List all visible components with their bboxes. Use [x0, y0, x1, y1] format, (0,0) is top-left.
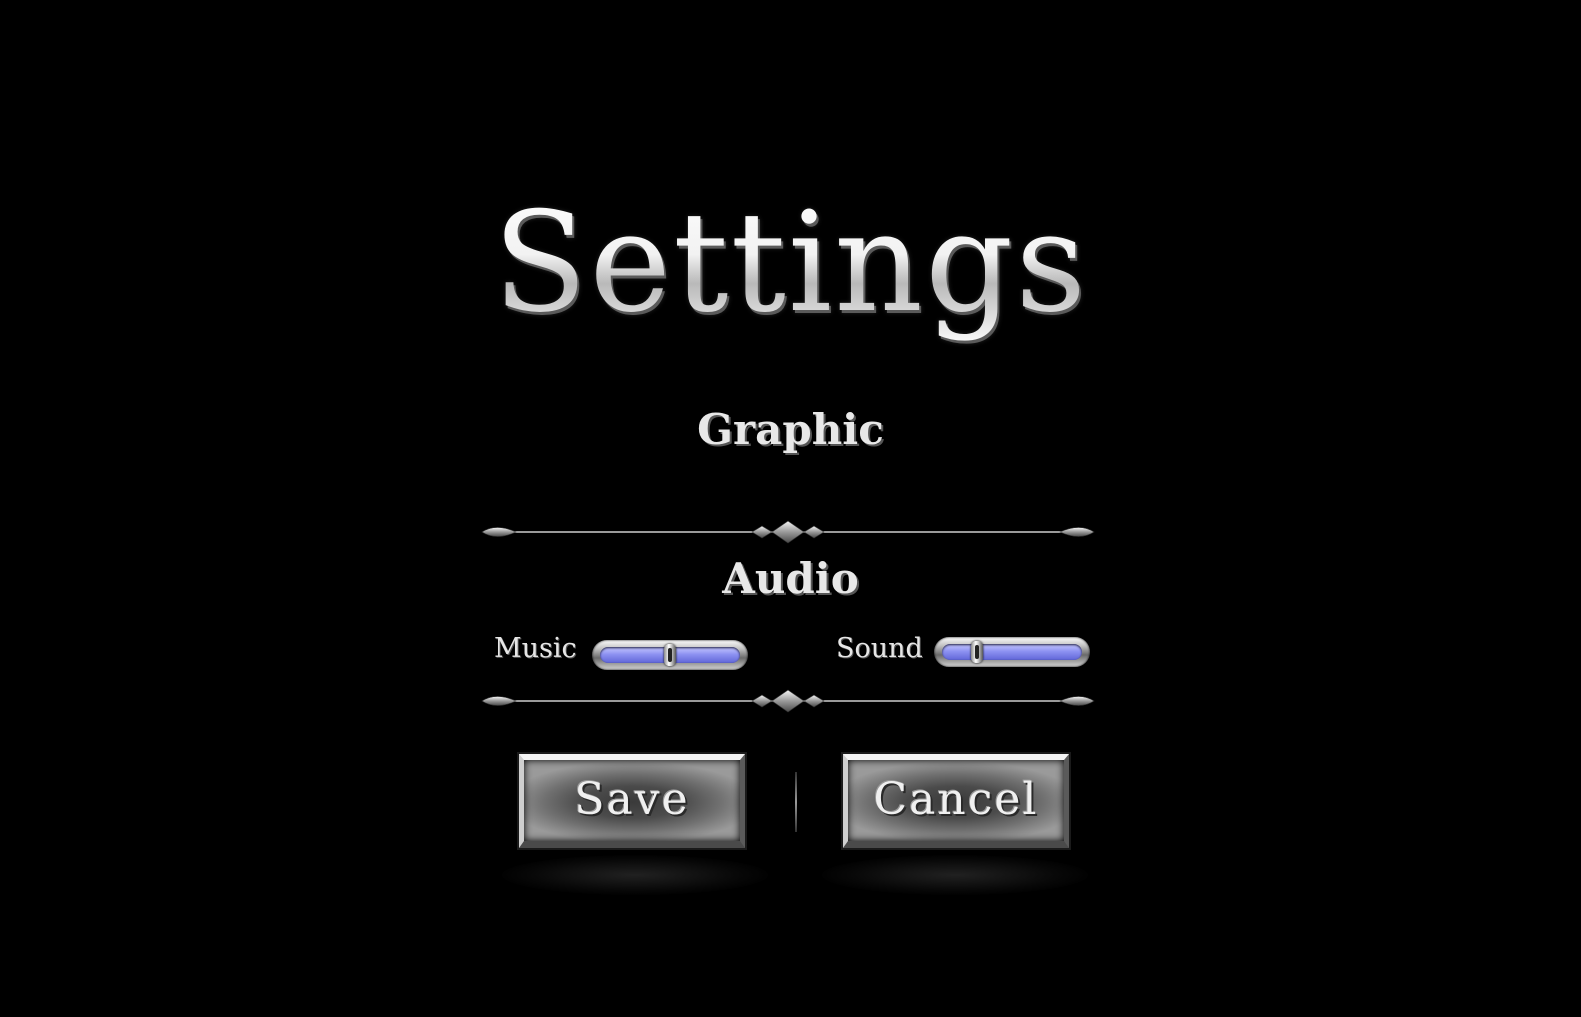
- page-title: Settings: [0, 178, 1581, 348]
- sound-slider-thumb[interactable]: [971, 641, 983, 663]
- cancel-button-shadow: [822, 855, 1088, 895]
- save-button[interactable]: Save: [519, 754, 745, 848]
- ornamental-divider-icon: [481, 689, 1095, 713]
- graphic-heading: Graphic: [697, 405, 884, 454]
- save-button-shadow: [502, 855, 768, 895]
- audio-heading: Audio: [722, 554, 859, 603]
- cancel-button[interactable]: Cancel: [843, 754, 1069, 848]
- music-slider[interactable]: [592, 640, 748, 670]
- sound-label: Sound: [836, 633, 923, 664]
- music-label: Music: [494, 633, 577, 664]
- sound-slider[interactable]: [934, 637, 1090, 667]
- ornamental-divider-icon: [481, 520, 1095, 544]
- music-slider-track[interactable]: [600, 644, 740, 666]
- settings-screen: Settings Graphic Audio Music Sound Save …: [0, 0, 1581, 1017]
- music-slider-thumb[interactable]: [664, 644, 676, 666]
- sound-slider-track[interactable]: [942, 641, 1082, 663]
- button-separator: [795, 772, 797, 832]
